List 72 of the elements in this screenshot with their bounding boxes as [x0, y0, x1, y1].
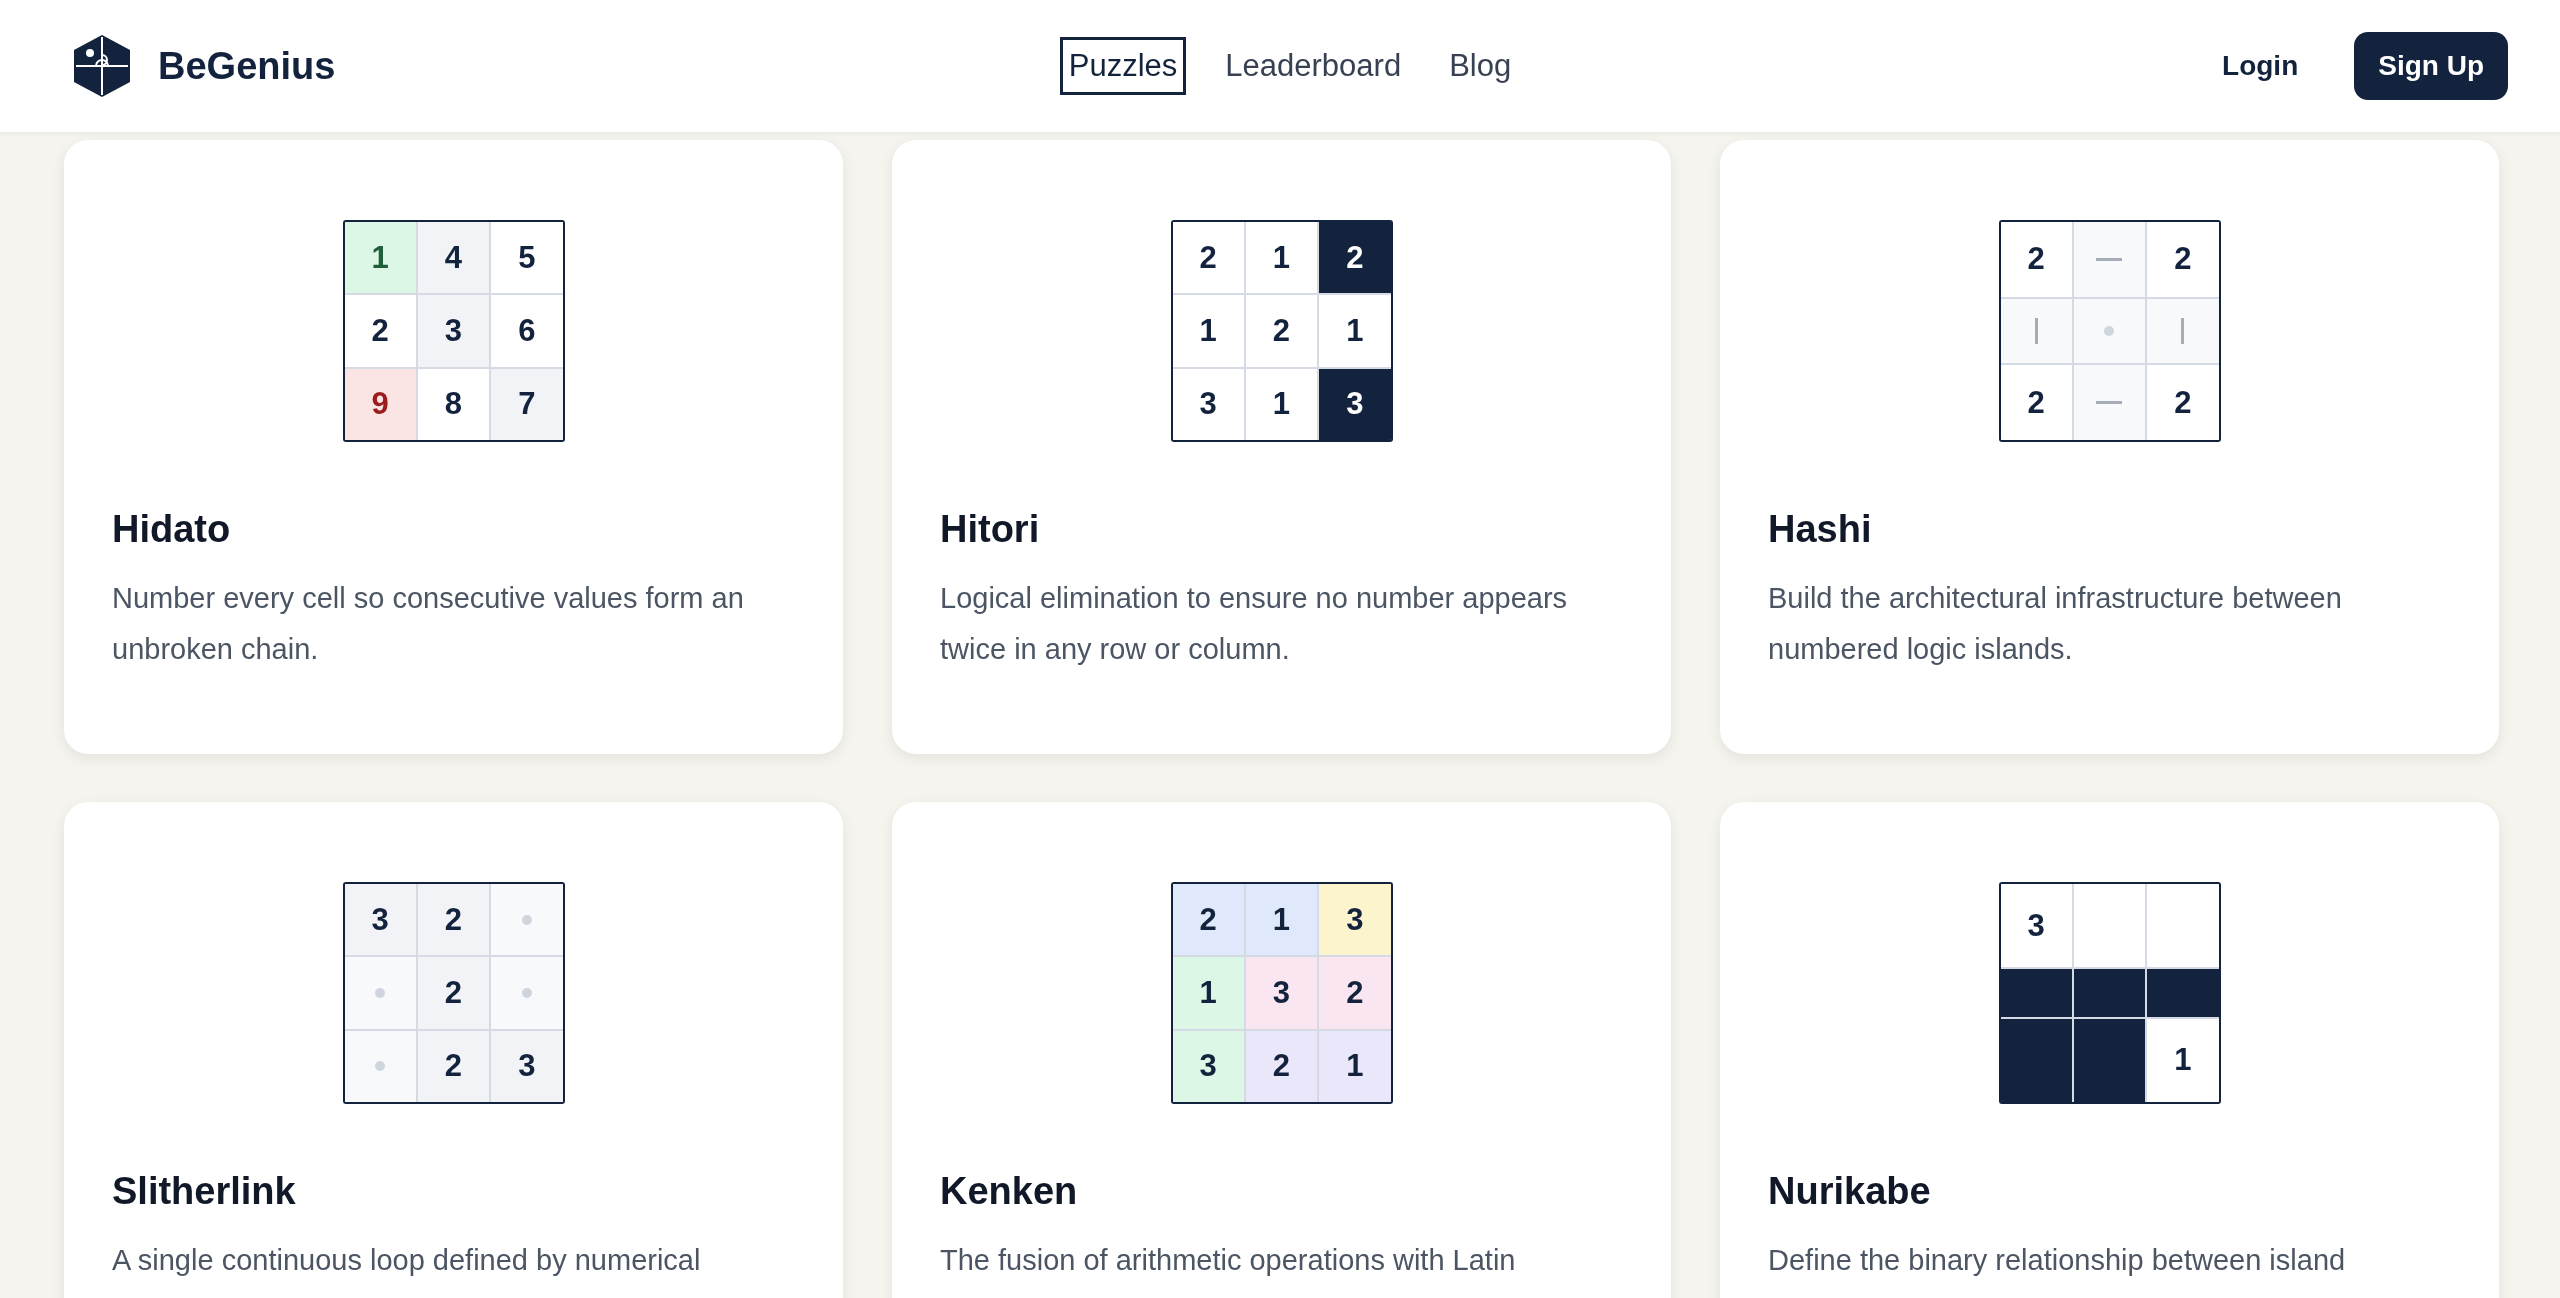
- cell-number: 2: [371, 313, 389, 349]
- cell-number: 1: [371, 239, 389, 276]
- cell-number: 2: [1199, 901, 1217, 938]
- cell-number: 7: [518, 386, 536, 423]
- cell-number: 3: [371, 901, 389, 938]
- puzzle-description: Define the binary relationship between island: [1768, 1243, 2347, 1278]
- cell-number: 3: [518, 1048, 536, 1085]
- puzzle-description: Number every cell so consecutive values form an unbroken chain.: [112, 581, 745, 667]
- bridge-line: [2096, 401, 2123, 405]
- cell-number: 2: [2174, 241, 2192, 278]
- dot-icon: [375, 1061, 386, 1072]
- puzzle-card[interactable]: 2 1 2 1 2 1 3 1 3 Hitori Logical elimination to ensure no number appears twice in any row or column.: [892, 140, 1671, 754]
- bridge-line: [2034, 318, 2038, 344]
- dot-icon: [375, 988, 386, 998]
- login-link[interactable]: Login: [2222, 50, 2299, 82]
- puzzle-title: Hidato: [112, 508, 232, 551]
- sign-up-button[interactable]: Sign Up: [2354, 32, 2508, 100]
- puzzle-title: Hitori: [940, 508, 1041, 551]
- cell-number: 2: [2027, 241, 2045, 278]
- dot-icon: [2104, 326, 2115, 336]
- puzzle-card[interactable]: 2 1 3 1 3 2 3 2 1 Kenken The fusion of arithmetic operations with Latin: [892, 802, 1671, 1298]
- cell-number: 3: [1272, 975, 1291, 1011]
- cell-number: 1: [1199, 313, 1217, 349]
- cell-number: 1: [1346, 1048, 1364, 1085]
- cell-number: 1: [1346, 313, 1364, 349]
- cell-number: 2: [1272, 313, 1291, 349]
- cell-number: 3: [2027, 907, 2045, 944]
- puzzle-card[interactable]: 1 4 5 2 3 6 9 8 7 Hidato Number every cell so consecutive values form an unbroken chain.: [64, 140, 843, 754]
- bridge-line: [2096, 257, 2123, 261]
- cell-number: 1: [1272, 239, 1291, 276]
- cell-number: 2: [1199, 239, 1217, 276]
- cell-number: 2: [2174, 384, 2192, 421]
- puzzle-logo-icon: [72, 33, 132, 99]
- puzzle-title: Nurikabe: [1768, 1170, 1932, 1213]
- nav-link[interactable]: Blog: [1440, 37, 1521, 95]
- puzzle-description: The fusion of arithmetic operations with Latin: [940, 1243, 1517, 1278]
- cell-number: 3: [1346, 901, 1364, 938]
- dot-icon: [521, 914, 532, 925]
- cell-number: 1: [1272, 386, 1291, 423]
- dot-icon: [521, 988, 532, 998]
- puzzle-title: Hashi: [1768, 508, 1873, 551]
- cell-number: 1: [1199, 975, 1217, 1011]
- puzzle-card[interactable]: 3 2 2 2 3 Slitherlink A single continuous loop defined by numerical: [64, 802, 843, 1298]
- cell-number: 8: [444, 386, 463, 423]
- cell-number: 1: [1272, 901, 1291, 938]
- cell-number: 2: [444, 901, 463, 938]
- puzzle-card[interactable]: 2 2 2 2 Hashi Build the architectural infrastructure between numbered logic islands.: [1720, 140, 2499, 754]
- cell-number: 2: [1272, 1048, 1291, 1085]
- nav-link[interactable]: Leaderboard: [1216, 37, 1411, 95]
- cell-number: 2: [1346, 239, 1364, 276]
- cell-number: 3: [1346, 386, 1364, 423]
- cell-number: 3: [444, 313, 463, 349]
- puzzle-description: A single continuous loop defined by numerical: [112, 1243, 702, 1278]
- cell-number: 3: [1199, 1048, 1217, 1085]
- nav-link[interactable]: Puzzles: [1059, 37, 1187, 95]
- cell-number: 1: [2174, 1042, 2192, 1079]
- puzzle-description: Build the architectural infrastructure between numbered logic islands.: [1768, 581, 2343, 667]
- puzzle-title: Slitherlink: [112, 1170, 297, 1213]
- puzzle-title: Kenken: [940, 1170, 1079, 1213]
- bridge-line: [2181, 318, 2185, 344]
- cell-number: 6: [518, 313, 536, 349]
- cell-number: 3: [1199, 386, 1217, 423]
- cell-number: 2: [444, 975, 463, 1011]
- brand-name: BeGenius: [158, 44, 336, 88]
- cell-number: 2: [444, 1048, 463, 1085]
- cell-number: 2: [1346, 975, 1364, 1011]
- cell-number: 2: [2027, 384, 2045, 421]
- puzzle-description: Logical elimination to ensure no number appears twice in any row or column.: [940, 581, 1569, 667]
- cell-number: 5: [518, 239, 536, 276]
- cell-number: 4: [444, 239, 463, 276]
- cell-number: 9: [371, 386, 389, 423]
- puzzle-card[interactable]: 3 1 Nurikabe Define the binary relationship between island: [1720, 802, 2499, 1298]
